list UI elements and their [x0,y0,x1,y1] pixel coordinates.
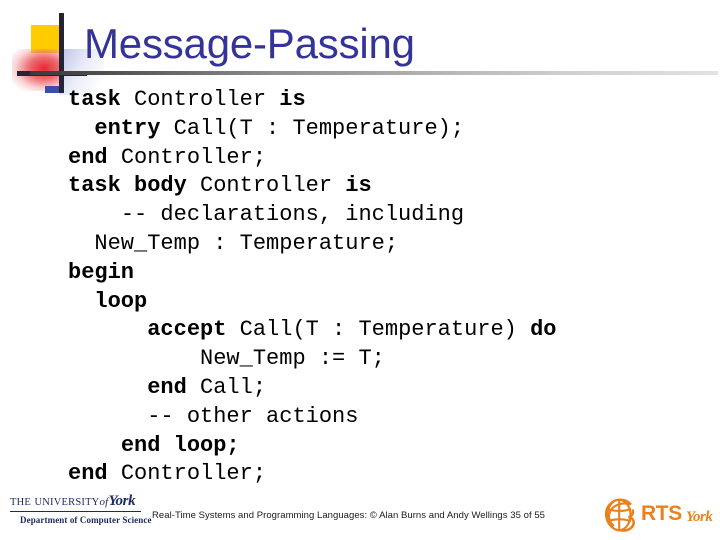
code-line: entry Call(T : Temperature); [68,115,708,144]
code-line: end Controller; [68,144,708,173]
code-keyword: end [68,461,121,487]
slide-root: Message-Passing task Controller is entry… [0,0,720,540]
code-keyword: accept [147,317,240,343]
code-keyword: begin [68,259,135,285]
code-identifier: Call; [200,374,267,400]
vertical-line-shape [59,13,64,93]
university-logo-department: Department of Computer Science [20,515,152,525]
code-keyword: is [279,87,306,112]
university-logo-york: York [108,493,136,509]
code-line: task Controller is [68,86,708,115]
code-line: task body Controller is [68,172,708,201]
code-keyword: do [530,317,557,343]
university-logo-wordmark: THE UNIVERSITYofYork [10,493,136,510]
code-keyword: is [345,173,372,199]
code-identifier: Controller; [120,144,267,170]
yellow-square-shape [31,25,59,53]
rts-york-text: York [686,509,713,525]
code-keyword: end [68,144,121,170]
code-line: -- declarations, including [68,201,708,230]
code-keyword: task body [68,173,201,199]
code-keyword: loop [94,288,148,314]
code-identifier: Controller [134,87,280,112]
rts-york-logo: RTS York [600,493,716,537]
code-line: loop [68,288,708,317]
code-identifier: Controller [200,173,346,199]
code-identifier: Call(T : Temperature); [173,115,465,141]
code-line: end Controller; [68,460,708,489]
code-keyword: task [68,87,135,112]
code-block: task Controller is entry Call(T : Temper… [68,86,708,489]
code-identifier: -- declarations, including [120,202,465,228]
footer-credit-text: Real-Time Systems and Programming Langua… [152,510,545,521]
code-line: New_Temp := T; [68,345,708,374]
code-keyword: end loop; [120,432,240,458]
university-of-york-logo: THE UNIVERSITYofYork Department of Compu… [6,493,151,533]
university-logo-the: THE [10,497,32,508]
code-line: end loop; [68,432,708,461]
rts-acronym-text: RTS [641,502,682,525]
slide-title: Message-Passing [84,20,415,67]
code-keyword: entry [94,115,174,141]
code-identifier: New_Temp : Temperature; [94,230,399,256]
code-keyword: end [147,374,201,400]
university-logo-rule [10,511,141,512]
code-line: -- other actions [68,403,708,432]
blue-square-shape [45,86,59,93]
code-identifier: Call(T : Temperature) [239,317,531,343]
globe-icon [604,498,635,532]
title-divider-rule [30,71,718,75]
code-line: New_Temp : Temperature; [68,230,708,259]
code-line: begin [68,259,708,288]
code-identifier: Controller; [120,461,267,487]
university-logo-university: UNIVERSITY [34,497,100,508]
code-line: end Call; [68,374,708,403]
code-identifier: New_Temp := T; [200,346,385,372]
code-identifier: -- other actions [147,403,359,429]
red-gradient-blur-shape [12,49,64,91]
code-line: accept Call(T : Temperature) do [68,316,708,345]
